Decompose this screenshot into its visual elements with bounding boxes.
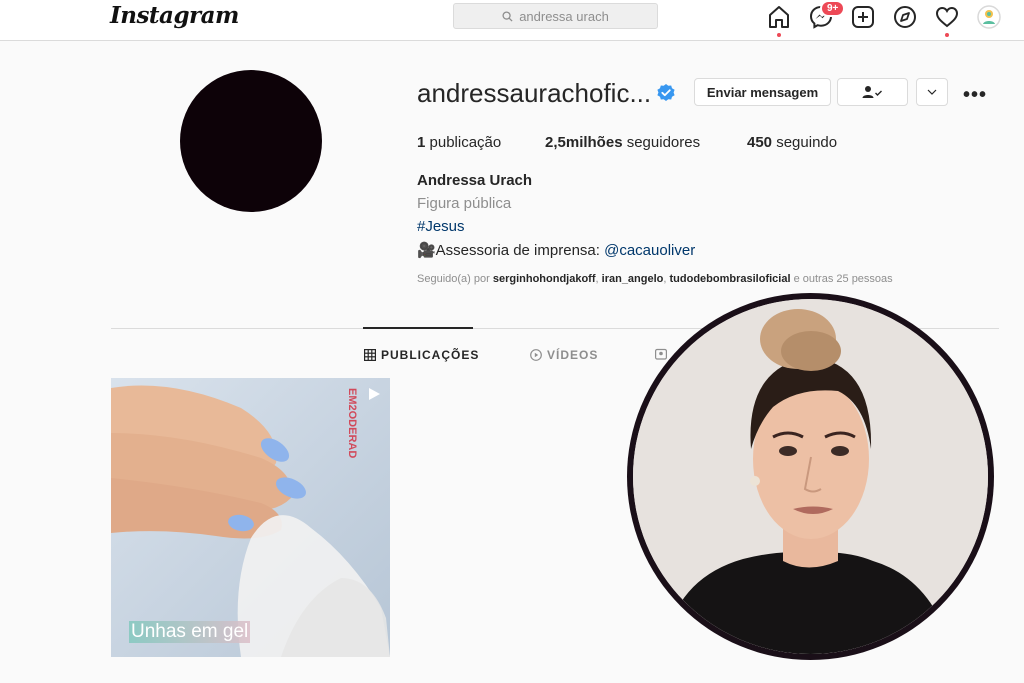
profile-avatar-icon — [977, 5, 1001, 29]
activity-notification-dot — [945, 33, 949, 37]
followed-by-user-1[interactable]: serginhohondjakoff — [493, 273, 596, 285]
video-play-icon — [369, 388, 380, 400]
svg-text:EM2ODERAD: EM2ODERAD — [346, 388, 358, 458]
followed-by-user-2[interactable]: iran_angelo — [602, 273, 664, 285]
followed-by-line[interactable]: Seguido(a) por serginhohondjakoff, iran_… — [417, 273, 893, 285]
tab-videos-label: VÍDEOS — [547, 348, 599, 362]
send-message-button[interactable]: Enviar mensagem — [694, 78, 831, 106]
home-notification-dot — [777, 33, 781, 37]
activity-button[interactable] — [934, 4, 960, 37]
followers-stat[interactable]: 2,5milhões seguidores — [545, 134, 700, 151]
suggested-accounts-dropdown-button[interactable] — [916, 78, 948, 106]
bio-hashtag-link[interactable]: #Jesus — [417, 218, 465, 235]
followed-by-user-3[interactable]: tudodebombrasiloficial — [670, 273, 791, 285]
following-count: 450 — [747, 134, 773, 151]
messenger-button[interactable]: 9+ — [808, 0, 846, 30]
profile-menu-button[interactable] — [976, 4, 1002, 30]
messages-badge: 9+ — [820, 0, 846, 17]
active-tab-indicator — [363, 327, 473, 329]
top-navigation-bar: Instagram andressa urach 9+ — [0, 0, 1024, 41]
profile-category: Figura pública — [417, 195, 512, 212]
chevron-down-icon — [927, 89, 937, 95]
profile-username: andressaurachofic... — [417, 78, 652, 108]
posts-count: 1 — [417, 134, 426, 151]
tab-tagged[interactable] — [655, 348, 667, 360]
explore-icon — [894, 6, 916, 28]
new-post-button[interactable] — [850, 4, 876, 30]
portrait-photo — [633, 299, 988, 654]
following-stat[interactable]: 450 seguindo — [747, 134, 837, 151]
posts-count-stat: 1 publicação — [417, 134, 501, 151]
post-image: EM2ODERAD EM2ODERAD — [111, 378, 390, 657]
grid-icon — [364, 349, 376, 361]
post-caption: Unhas em gel — [129, 621, 251, 643]
verified-badge-icon — [657, 84, 675, 101]
tab-posts[interactable]: PUBLICAÇÕES — [364, 348, 479, 362]
profile-full-name: Andressa Urach — [417, 172, 533, 189]
tab-posts-label: PUBLICAÇÕES — [381, 348, 480, 362]
followed-by-prefix: Seguido(a) por — [417, 273, 490, 285]
following-button[interactable] — [837, 78, 908, 106]
tab-videos[interactable]: VÍDEOS — [530, 348, 598, 362]
followed-by-suffix: e outras 25 pessoas — [793, 273, 893, 285]
portrait-overlay — [627, 293, 994, 660]
new-post-icon — [852, 6, 874, 28]
post-thumbnail[interactable]: EM2ODERAD EM2ODERAD Unhas em gel — [111, 378, 390, 657]
portrait-image — [633, 299, 988, 654]
bio-mention-link[interactable]: @cacauoliver — [604, 242, 695, 259]
profile-avatar[interactable] — [180, 70, 322, 212]
followers-label: seguidores — [626, 134, 701, 151]
following-person-check-icon — [862, 86, 882, 98]
options-more-button[interactable]: ••• — [963, 84, 987, 107]
activity-heart-icon — [935, 6, 959, 28]
posts-label: publicação — [429, 134, 502, 151]
explore-button[interactable] — [892, 4, 918, 30]
video-play-circle-icon — [530, 349, 542, 361]
home-button[interactable] — [766, 4, 792, 37]
bio-press-line: 🎥Assessoria de imprensa: @cacauoliver — [417, 241, 695, 259]
followers-count: 2,5milhões — [545, 134, 623, 151]
tagged-portrait-icon — [655, 348, 667, 360]
bio-press-prefix: 🎥Assessoria de imprensa: — [417, 242, 605, 259]
following-label: seguindo — [776, 134, 838, 151]
home-icon — [769, 6, 789, 28]
